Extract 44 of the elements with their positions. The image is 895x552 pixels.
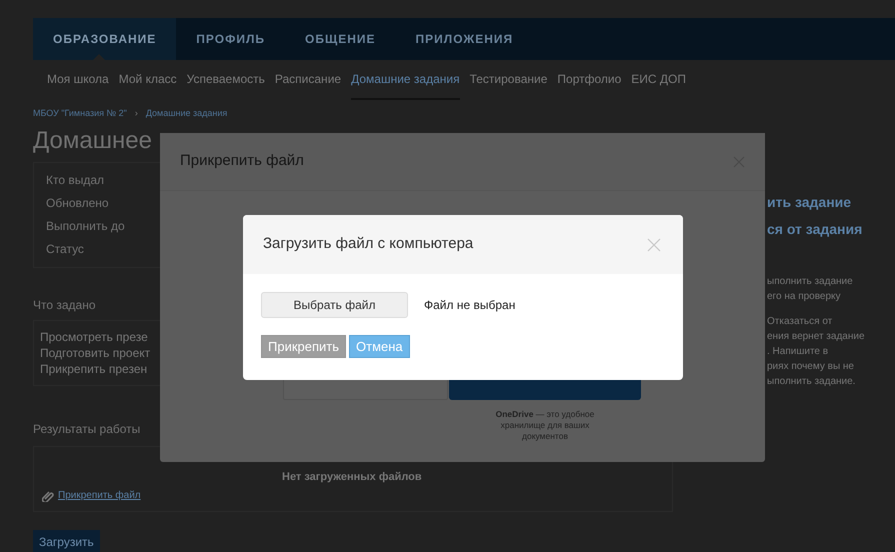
subnav-link[interactable]: ЕИС ДОП <box>631 60 686 100</box>
subnav-link[interactable]: Тестирование <box>470 60 548 100</box>
nav-tab[interactable]: ОБРАЗОВАНИЕ <box>33 18 176 60</box>
breadcrumb-separator: › <box>134 107 138 120</box>
note-text: ыполнить задание <box>767 275 854 289</box>
field-label: Статус <box>46 241 85 258</box>
breadcrumb-link[interactable]: МБОУ "Гимназия № 2" <box>33 107 127 121</box>
note-text: его на проверку <box>767 290 842 304</box>
subnav-link[interactable]: Расписание <box>274 60 342 100</box>
task-text: Прикрепить презен <box>40 361 148 377</box>
section-heading: Результаты работы <box>33 421 140 438</box>
attach-file-link[interactable]: Прикрепить файл <box>58 488 141 503</box>
nav-tab[interactable]: ОБЩЕНИЕ <box>285 18 396 60</box>
note-text: Отказаться от <box>767 315 834 329</box>
file-status-text: Файл не выбран <box>424 297 516 314</box>
subnav-link[interactable]: Мой класс <box>118 60 177 100</box>
cancel-button[interactable]: Отмена <box>349 335 410 358</box>
section-heading: Что задано <box>33 297 96 314</box>
dialog-title: Загрузить файл с компьютера <box>263 234 474 254</box>
note-text: ыполнить задание. <box>767 375 856 389</box>
action-link[interactable]: ся от задания <box>767 219 865 240</box>
subnav-link[interactable]: Портфолио <box>557 60 622 100</box>
no-files-text: Нет загруженных файлов <box>282 470 422 485</box>
paperclip-icon <box>42 490 54 502</box>
onedrive-caption: OneDrive — это удобное хранилище для ваших документов <box>494 409 596 442</box>
note-text: . Напишите в <box>767 345 830 359</box>
page-title: Домашнее <box>33 126 153 156</box>
nav-tab[interactable]: ПРИЛОЖЕНИЯ <box>396 18 534 60</box>
subnav-link[interactable]: Успеваемость <box>186 60 265 100</box>
subnav-link[interactable]: Моя школа <box>47 60 109 100</box>
breadcrumb-link[interactable]: Домашние задания <box>146 107 228 121</box>
action-link[interactable]: ить задание <box>767 192 865 213</box>
nav-tab[interactable]: ПРОФИЛЬ <box>176 18 286 60</box>
field-label: Обновлено <box>46 195 110 212</box>
task-text: Просмотреть презе <box>40 329 149 345</box>
dialog-title: Прикрепить файл <box>180 151 304 172</box>
note-text: ения вернет задание <box>767 330 865 344</box>
field-label: Выполнить до <box>46 218 126 235</box>
task-text: Подготовить проект <box>40 345 152 361</box>
upload-button[interactable]: Загрузить <box>33 530 100 552</box>
field-label: Кто выдал <box>46 172 106 189</box>
subnav-link[interactable]: Домашние задания <box>351 60 460 100</box>
note-text: риях почему вы не <box>767 360 855 374</box>
choose-file-button[interactable]: Выбрать файл <box>261 292 408 318</box>
